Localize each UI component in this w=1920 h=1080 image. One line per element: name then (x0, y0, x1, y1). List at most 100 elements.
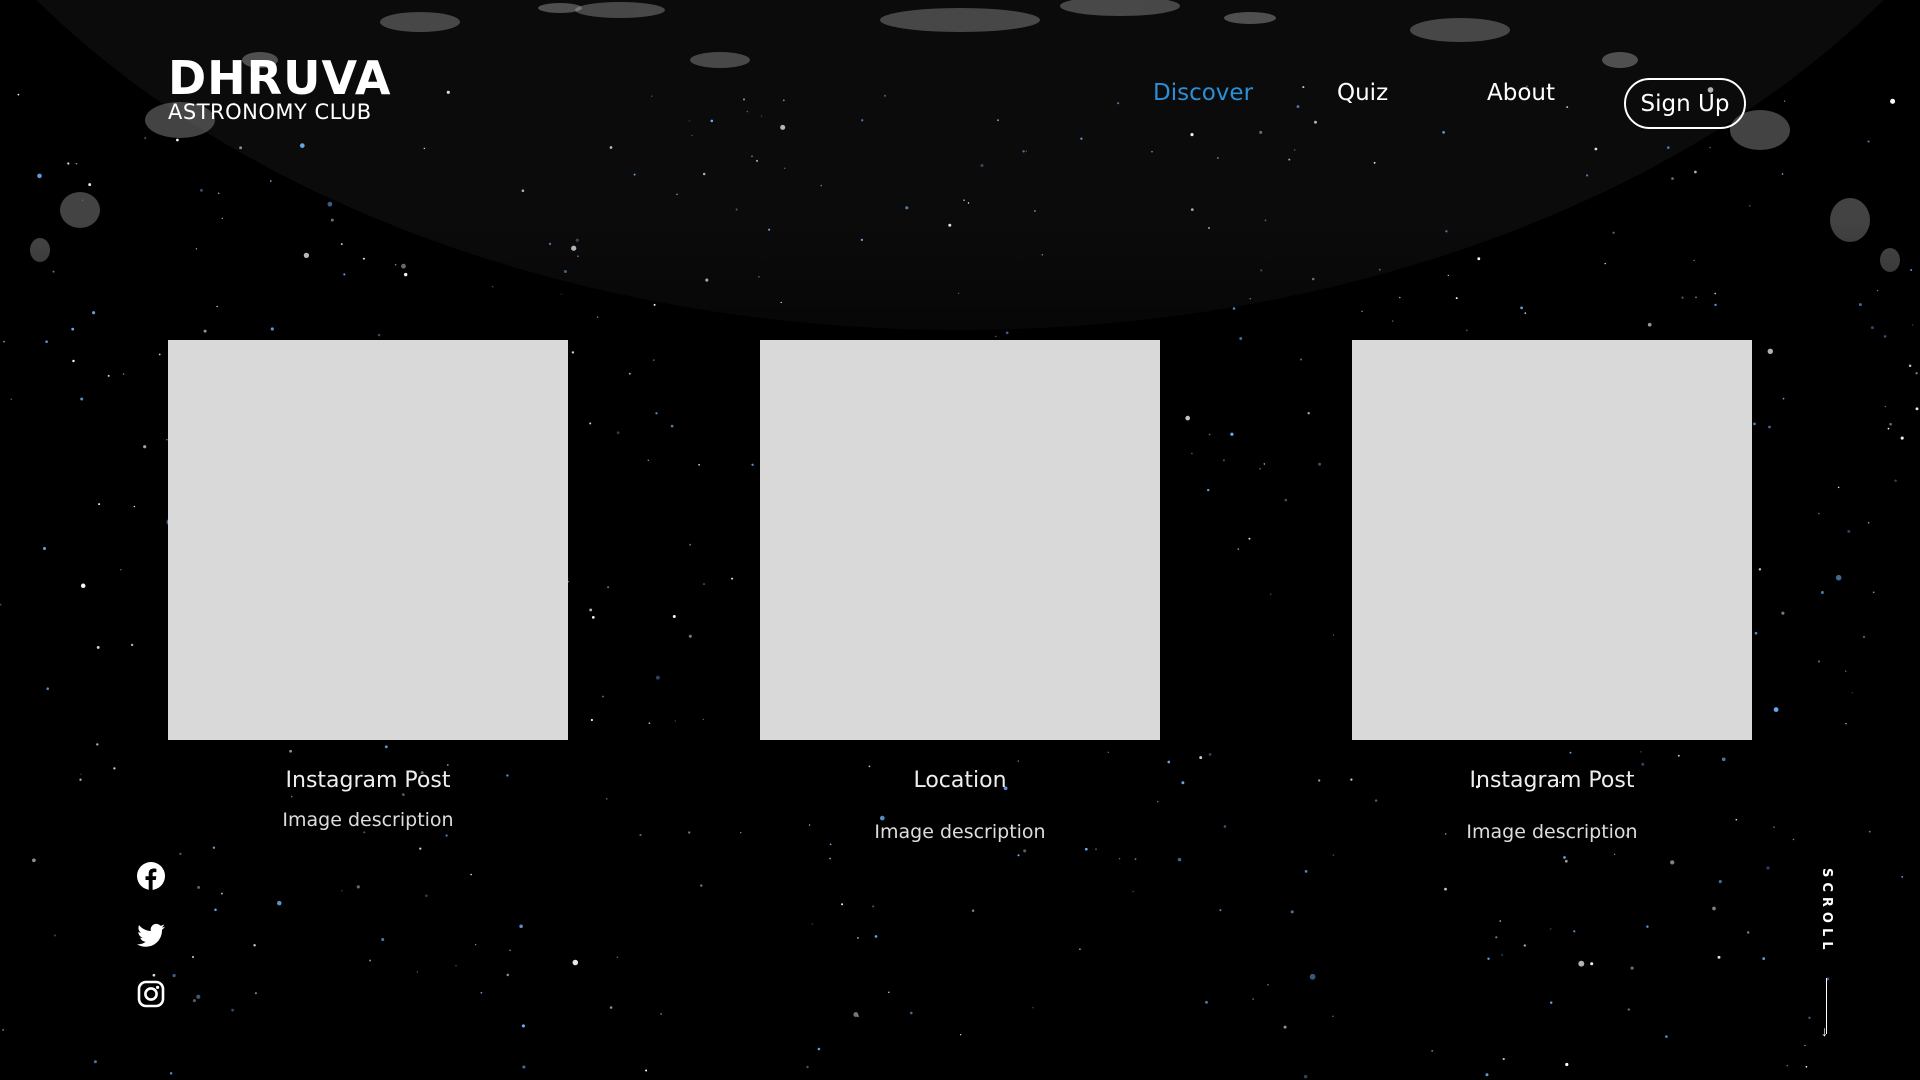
star (758, 275, 760, 278)
star (71, 327, 75, 331)
star (1264, 219, 1267, 222)
star (639, 833, 642, 837)
star (1835, 574, 1842, 581)
star (841, 903, 844, 906)
star (445, 834, 448, 837)
star (1361, 310, 1363, 313)
star (1237, 548, 1240, 550)
star (874, 935, 878, 938)
star (1681, 296, 1684, 299)
star (1901, 875, 1904, 878)
star (32, 858, 36, 863)
star (1267, 983, 1269, 986)
card-instagram-post-2[interactable]: Instagram Post Image description (1352, 340, 1752, 843)
star (1223, 825, 1227, 828)
nav-quiz[interactable]: Quiz (1337, 80, 1388, 106)
star (1230, 432, 1234, 436)
card-description: Image description (874, 821, 1046, 843)
star (1199, 756, 1203, 760)
star (1025, 150, 1028, 152)
star (416, 971, 419, 973)
star (589, 422, 592, 425)
star (1786, 1064, 1789, 1067)
card-image-placeholder[interactable] (760, 340, 1160, 740)
star (872, 905, 875, 908)
star (1107, 751, 1110, 754)
nav-discover[interactable]: Discover (1153, 80, 1253, 106)
star (1566, 106, 1569, 109)
star (660, 1013, 662, 1015)
star (455, 965, 457, 967)
star (1391, 320, 1394, 322)
star (1894, 479, 1897, 482)
brand-logo[interactable]: DHRUVA ASTRONOMY CLUB (168, 55, 392, 123)
star (1132, 890, 1134, 893)
star (1884, 405, 1887, 408)
star (96, 645, 100, 649)
star (384, 745, 388, 749)
card-instagram-post-1[interactable]: Instagram Post Image description (168, 340, 568, 831)
star (269, 180, 272, 182)
nav-about[interactable]: About (1487, 80, 1555, 106)
scroll-indicator[interactable]: SCROLL ↓ (1808, 868, 1846, 1038)
star (856, 936, 859, 939)
card-image-placeholder[interactable] (1352, 340, 1752, 740)
star (1876, 289, 1879, 292)
star (470, 873, 472, 876)
instagram-icon[interactable] (136, 979, 166, 1009)
star (742, 98, 746, 101)
star (46, 687, 49, 690)
star (1248, 537, 1251, 540)
star (394, 263, 397, 266)
star (1495, 936, 1498, 939)
star (1746, 931, 1750, 934)
star (589, 608, 593, 612)
card-image-placeholder[interactable] (168, 340, 568, 740)
star (212, 846, 216, 849)
star (1908, 364, 1912, 368)
star (1296, 105, 1300, 109)
star (1844, 670, 1847, 672)
star (616, 956, 619, 959)
sign-up-button[interactable]: Sign Up (1624, 78, 1746, 129)
star (1445, 230, 1448, 233)
star (1487, 957, 1490, 961)
star (1444, 887, 1447, 891)
card-location[interactable]: Location Image description (760, 340, 1160, 843)
star (883, 94, 887, 97)
star (1219, 909, 1222, 912)
star (1022, 150, 1025, 153)
star (80, 773, 82, 775)
star (1005, 331, 1009, 335)
star (1565, 1062, 1569, 1067)
star (72, 359, 75, 363)
star (519, 924, 523, 929)
star (1867, 521, 1870, 524)
star (645, 1069, 648, 1072)
star (1872, 591, 1875, 594)
star (446, 90, 450, 94)
star (199, 188, 203, 192)
star (1208, 753, 1212, 756)
star (404, 272, 408, 277)
star (1862, 635, 1866, 639)
star (655, 412, 658, 415)
star (1520, 306, 1523, 310)
star (43, 547, 46, 550)
brand-name: DHRUVA (168, 51, 392, 105)
star (1867, 140, 1870, 143)
star (1177, 857, 1182, 862)
star (1718, 880, 1722, 884)
twitter-icon[interactable] (136, 920, 166, 950)
star (1447, 274, 1449, 277)
star (52, 270, 55, 273)
facebook-icon[interactable] (136, 861, 166, 891)
star (861, 119, 864, 122)
star (1283, 1025, 1287, 1029)
star (1569, 751, 1572, 754)
star (377, 333, 381, 337)
star (1758, 568, 1762, 571)
star (419, 847, 422, 850)
star (1032, 1006, 1034, 1009)
star (1666, 146, 1670, 149)
